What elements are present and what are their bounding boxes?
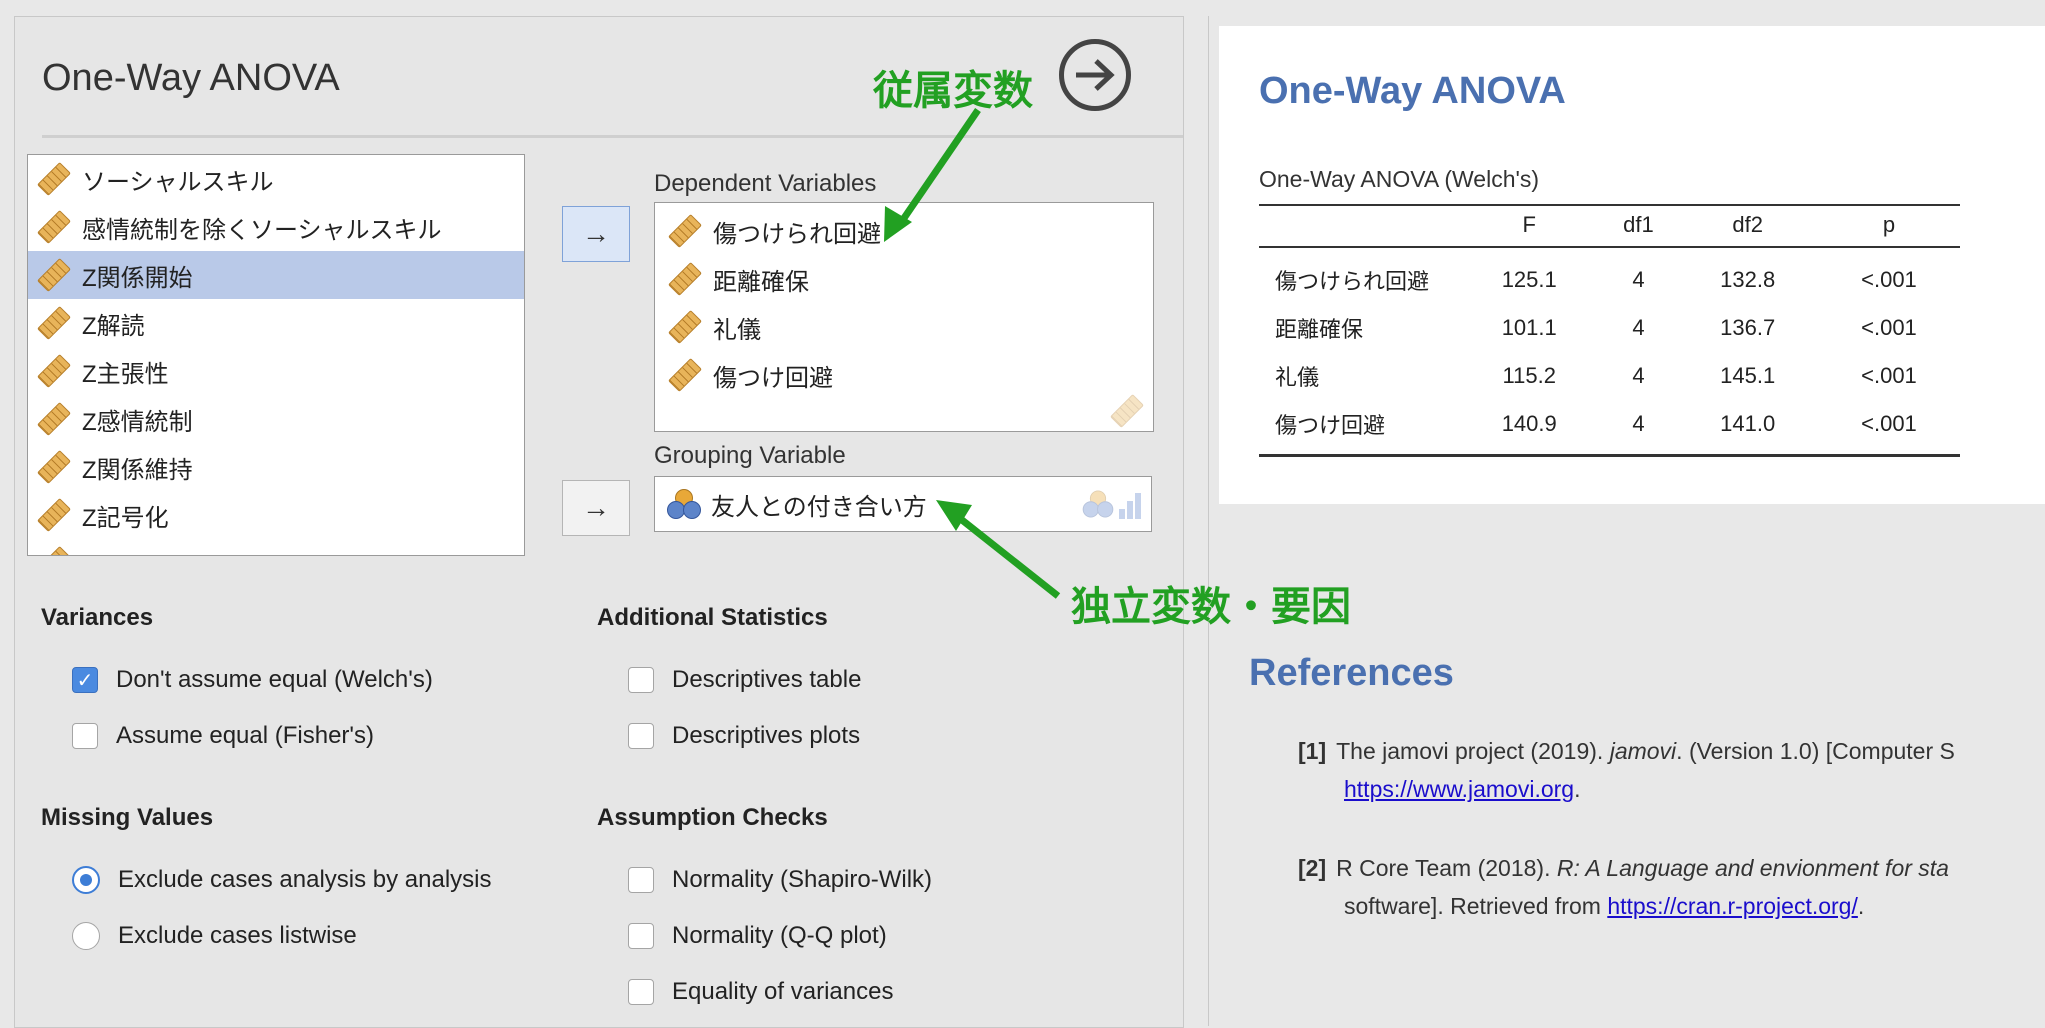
- independent-annotation-arrow: [959, 517, 1061, 599]
- dependent-annotation-arrow: [897, 108, 981, 226]
- annotation-arrows: [884, 108, 1061, 599]
- independent-variable-annotation: 独立変数・要因: [1071, 584, 1351, 630]
- dependent-variable-annotation: 従属変数: [873, 68, 1033, 114]
